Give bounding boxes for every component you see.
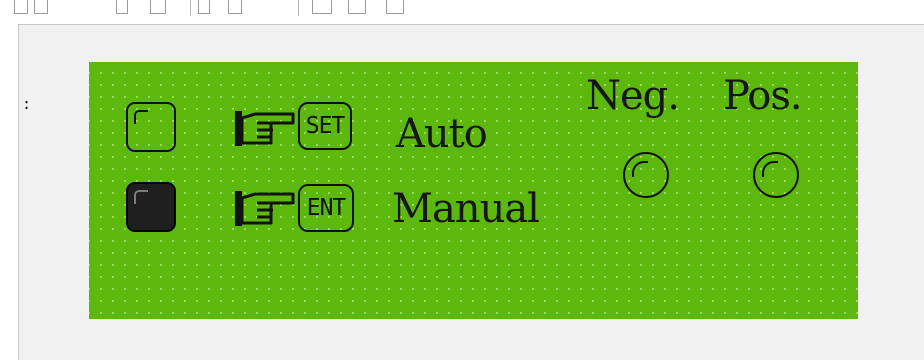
lamp-highlight: [134, 190, 148, 204]
manual-mode-lamp[interactable]: [126, 182, 176, 232]
indicator-highlight: [762, 161, 778, 177]
toolbar-tool-icon[interactable]: [116, 0, 128, 14]
ent-key-icon[interactable]: ENT: [298, 184, 354, 232]
auto-mode-lamp[interactable]: [126, 102, 176, 152]
toolbar-tool-icon[interactable]: [386, 0, 404, 14]
positive-indicator-icon[interactable]: [753, 152, 799, 198]
lcd-panel[interactable]: SET Auto ENT Manual Neg. Pos.: [89, 62, 858, 319]
negative-indicator-label: Neg.: [586, 73, 680, 119]
toolbar-tool-icon[interactable]: [34, 0, 48, 14]
positive-indicator-label: Pos.: [723, 73, 803, 119]
indicator-highlight: [632, 161, 648, 177]
negative-indicator-icon[interactable]: [623, 152, 669, 198]
pointing-hand-icon: [235, 111, 295, 146]
toolbar-tool-icon[interactable]: [150, 0, 166, 14]
toolbar-separator: [190, 0, 191, 16]
toolbar-tool-icon[interactable]: [198, 0, 210, 14]
side-marker: :: [22, 95, 32, 113]
auto-mode-label: Auto: [396, 111, 488, 157]
toolbar-tool-icon[interactable]: [228, 0, 242, 14]
toolbar-tool-icon[interactable]: [312, 0, 332, 14]
pointing-hand-icon: [235, 191, 295, 226]
toolbar-tool-icon[interactable]: [14, 0, 28, 14]
toolbar-separator: [298, 0, 299, 16]
manual-mode-label: Manual: [392, 186, 540, 232]
toolbar-tool-icon[interactable]: [348, 0, 366, 14]
toolbar: [0, 0, 924, 22]
set-key-icon[interactable]: SET: [298, 102, 352, 150]
lamp-highlight: [134, 110, 148, 124]
